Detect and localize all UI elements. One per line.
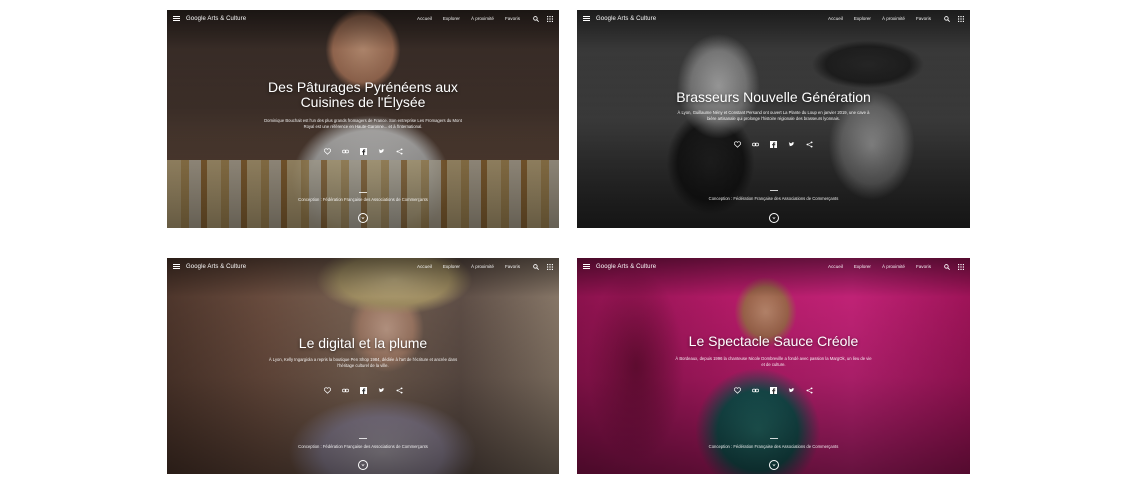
facebook-icon[interactable] <box>770 140 778 148</box>
menu-icon[interactable] <box>173 264 180 269</box>
app-header: Google Arts & Culture Accueil Explorer À… <box>577 10 970 27</box>
facebook-icon[interactable] <box>359 147 367 155</box>
share-actions <box>323 147 403 155</box>
nav-favoris[interactable]: Favoris <box>916 264 931 269</box>
favorite-heart-icon[interactable] <box>734 140 742 148</box>
link-icon[interactable] <box>752 386 760 394</box>
top-nav: Accueil Explorer À proximité Favoris <box>417 264 520 269</box>
story-title: Le digital et la plume <box>298 335 428 351</box>
menu-icon[interactable] <box>583 16 590 21</box>
nav-a-proximite[interactable]: À proximité <box>882 264 905 269</box>
nav-a-proximite[interactable]: À proximité <box>882 16 905 21</box>
share-icon[interactable] <box>806 140 814 148</box>
scroll-down-icon[interactable] <box>768 460 779 470</box>
story-description: À Bordeaux, depuis 1996 la chanteuse Nic… <box>675 356 872 367</box>
divider <box>769 438 778 439</box>
app-header: Google Arts & Culture Accueil Explorer À… <box>577 258 970 275</box>
scroll-down-icon[interactable] <box>768 213 779 223</box>
search-icon[interactable] <box>943 263 950 270</box>
nav-a-proximite[interactable]: À proximité <box>471 264 494 269</box>
link-icon[interactable] <box>341 386 349 394</box>
search-icon[interactable] <box>532 15 539 22</box>
nav-explorer[interactable]: Explorer <box>854 264 871 269</box>
nav-accueil[interactable]: Accueil <box>828 16 843 21</box>
link-icon[interactable] <box>341 147 349 155</box>
share-icon[interactable] <box>806 386 814 394</box>
favorite-heart-icon[interactable] <box>734 386 742 394</box>
nav-explorer[interactable]: Explorer <box>854 16 871 21</box>
twitter-icon[interactable] <box>788 386 796 394</box>
story-card-paturages[interactable]: Google Arts & Culture Accueil Explorer À… <box>167 10 559 228</box>
divider <box>359 438 367 439</box>
story-credit: Conception : Fédération Française des As… <box>708 444 839 449</box>
story-description: Dominique Bouchait est l'un des plus gra… <box>264 118 462 129</box>
link-icon[interactable] <box>752 140 760 148</box>
nav-favoris[interactable]: Favoris <box>505 16 520 21</box>
scroll-down-icon[interactable] <box>358 460 368 470</box>
story-title: Le Spectacle Sauce Créole <box>688 333 859 349</box>
nav-accueil[interactable]: Accueil <box>828 264 843 269</box>
story-description: À Lyon, Kelly Ingargiola a repris la bou… <box>268 357 458 368</box>
nav-favoris[interactable]: Favoris <box>505 264 520 269</box>
story-card-sauce-creole[interactable]: Google Arts & Culture Accueil Explorer À… <box>577 258 970 474</box>
story-title: Des Pâturages Pyrénéens aux Cuisines de … <box>268 79 458 110</box>
top-nav: Accueil Explorer À proximité Favoris <box>828 16 931 21</box>
menu-icon[interactable] <box>583 264 590 269</box>
story-credit: Conception : Fédération Française des As… <box>298 444 428 449</box>
nav-explorer[interactable]: Explorer <box>443 264 460 269</box>
story-card-brasseurs[interactable]: Google Arts & Culture Accueil Explorer À… <box>577 10 970 228</box>
story-credit: Conception : Fédération Française des As… <box>298 197 428 202</box>
story-card-digital-plume[interactable]: Google Arts & Culture Accueil Explorer À… <box>167 258 559 474</box>
nav-accueil[interactable]: Accueil <box>417 16 432 21</box>
scroll-down-icon[interactable] <box>358 213 368 223</box>
top-nav: Accueil Explorer À proximité Favoris <box>828 264 931 269</box>
apps-grid-icon[interactable] <box>957 15 964 22</box>
divider <box>359 192 367 193</box>
story-credit: Conception : Fédération Française des As… <box>708 196 839 201</box>
app-header: Google Arts & Culture Accueil Explorer À… <box>167 258 559 275</box>
share-icon[interactable] <box>395 386 403 394</box>
share-icon[interactable] <box>395 147 403 155</box>
app-header: Google Arts & Culture Accueil Explorer À… <box>167 10 559 27</box>
nav-explorer[interactable]: Explorer <box>443 16 460 21</box>
brand-logo[interactable]: Google Arts & Culture <box>596 16 656 22</box>
twitter-icon[interactable] <box>788 140 796 148</box>
share-actions <box>323 386 403 394</box>
brand-logo[interactable]: Google Arts & Culture <box>596 264 656 270</box>
story-title: Brasseurs Nouvelle Génération <box>676 89 871 105</box>
brand-logo[interactable]: Google Arts & Culture <box>186 264 246 270</box>
facebook-icon[interactable] <box>770 386 778 394</box>
top-nav: Accueil Explorer À proximité Favoris <box>417 16 520 21</box>
search-icon[interactable] <box>943 15 950 22</box>
favorite-heart-icon[interactable] <box>323 147 331 155</box>
apps-grid-icon[interactable] <box>957 263 964 270</box>
apps-grid-icon[interactable] <box>546 263 553 270</box>
nav-accueil[interactable]: Accueil <box>417 264 432 269</box>
favorite-heart-icon[interactable] <box>323 386 331 394</box>
story-description: À Lyon, Guillaume Nény et Constant Persa… <box>677 110 870 121</box>
divider <box>769 190 778 191</box>
search-icon[interactable] <box>532 263 539 270</box>
twitter-icon[interactable] <box>377 147 385 155</box>
share-actions <box>734 140 814 148</box>
facebook-icon[interactable] <box>359 386 367 394</box>
share-actions <box>734 386 814 394</box>
apps-grid-icon[interactable] <box>546 15 553 22</box>
nav-a-proximite[interactable]: À proximité <box>471 16 494 21</box>
menu-icon[interactable] <box>173 16 180 21</box>
twitter-icon[interactable] <box>377 386 385 394</box>
brand-logo[interactable]: Google Arts & Culture <box>186 16 246 22</box>
nav-favoris[interactable]: Favoris <box>916 16 931 21</box>
